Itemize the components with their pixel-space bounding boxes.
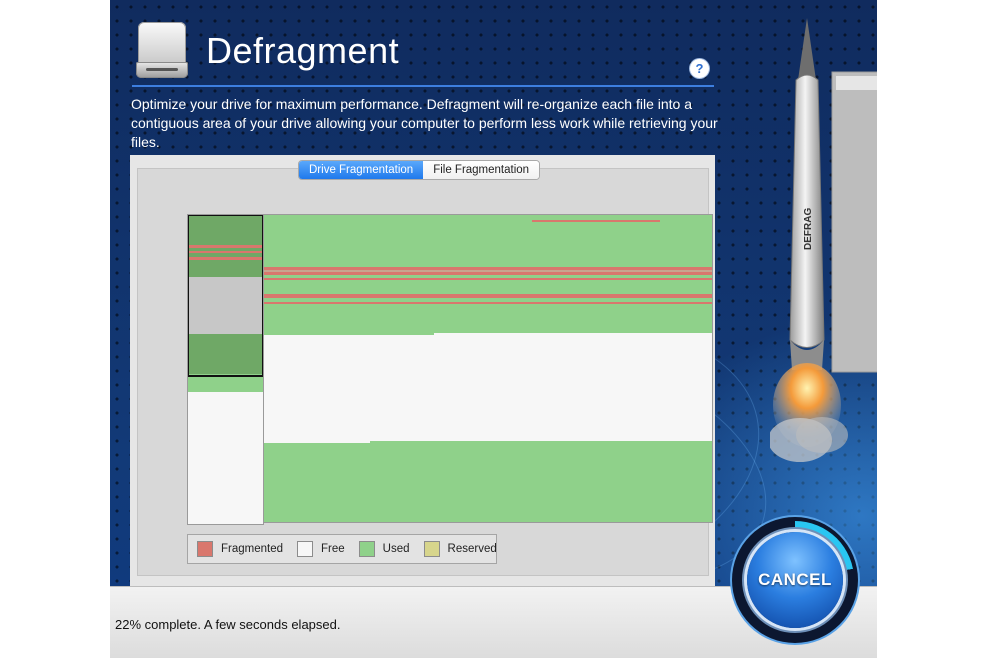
legend-label: Free: [321, 543, 345, 555]
legend-item-fragmented: Fragmented: [197, 541, 283, 557]
map-legend: Fragmented Free Used Reserved: [187, 534, 497, 564]
title-divider: [132, 85, 714, 87]
drive-fragmentation-map: [263, 214, 713, 523]
legend-label: Reserved: [447, 543, 497, 555]
page-description: Optimize your drive for maximum performa…: [131, 96, 718, 150]
fragmented-swatch: [197, 541, 213, 557]
rocket-label: DEFRAG: [803, 208, 814, 250]
legend-item-reserved: Reserved: [423, 541, 497, 557]
legend-item-used: Used: [358, 541, 410, 557]
legend-item-free: Free: [297, 541, 345, 557]
view-segmented-control: Drive Fragmentation File Fragmentation: [298, 160, 541, 180]
map-container: Fragmented Free Used Reserved: [137, 168, 713, 576]
tab-file-fragmentation[interactable]: File Fragmentation: [423, 161, 540, 179]
hard-drive-icon: [136, 22, 190, 82]
legend-label: Used: [382, 543, 410, 555]
used-swatch: [358, 541, 375, 557]
cancel-button[interactable]: CANCEL: [747, 532, 843, 628]
defrag-window: Defragment ? Optimize your drive for max…: [110, 0, 877, 658]
cancel-control: CANCEL: [732, 517, 858, 643]
fragmentation-panel: Drive Fragmentation File Fragmentation F…: [130, 155, 715, 587]
drive-overview-map[interactable]: [187, 214, 264, 525]
cancel-label: CANCEL: [758, 570, 832, 589]
reserved-swatch: [423, 541, 440, 557]
tab-drive-fragmentation[interactable]: Drive Fragmentation: [299, 161, 424, 179]
page-title: Defragment: [206, 30, 400, 71]
free-swatch: [297, 541, 314, 557]
legend-label: Fragmented: [221, 543, 284, 555]
progress-status-text: 22% complete. A few seconds elapsed.: [115, 617, 341, 632]
help-button[interactable]: ?: [690, 59, 709, 78]
rocket-illustration: DEFRAG: [770, 18, 877, 462]
visible-region-box[interactable]: [188, 215, 263, 377]
